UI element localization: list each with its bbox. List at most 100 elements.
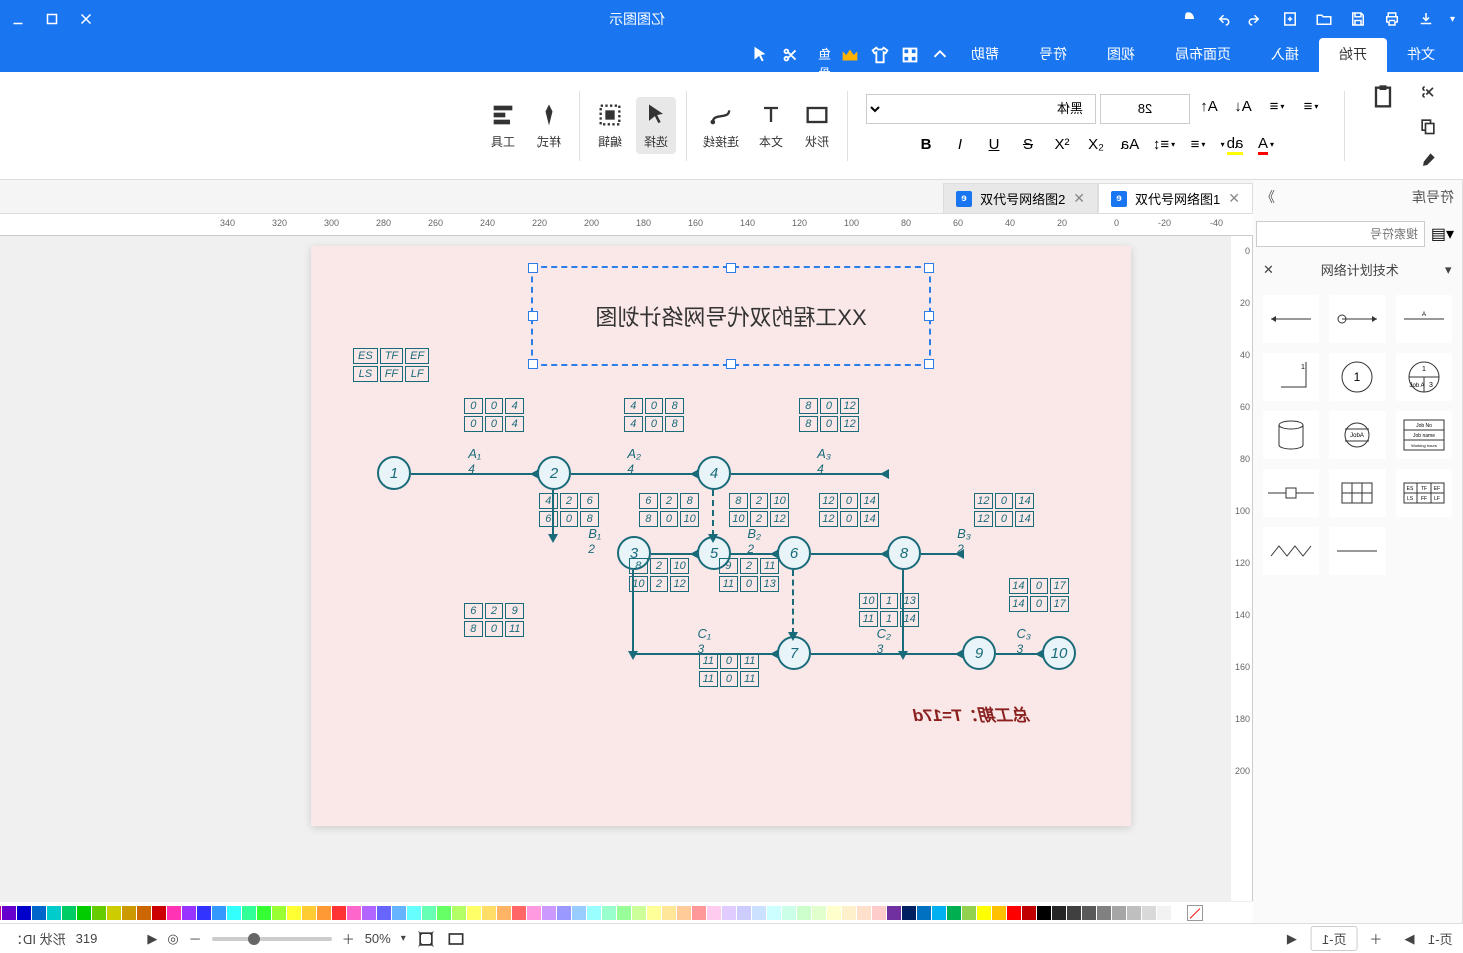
color-swatch[interactable]	[77, 906, 91, 920]
color-swatch[interactable]	[242, 906, 256, 920]
color-swatch[interactable]	[392, 906, 406, 920]
time-table[interactable]: 1401714017	[1007, 576, 1071, 614]
color-swatch[interactable]	[1097, 906, 1111, 920]
library-icon[interactable]: ▤▾	[1431, 224, 1454, 244]
color-swatch[interactable]	[257, 906, 271, 920]
bold-icon[interactable]: B	[911, 132, 941, 158]
color-swatch[interactable]	[227, 906, 241, 920]
resize-handle[interactable]	[924, 311, 934, 321]
doc-tab-2[interactable]: e双代号网络图2✕	[943, 183, 1098, 213]
redo-icon[interactable]	[1246, 9, 1266, 29]
style-button[interactable]: 样式	[529, 97, 569, 154]
color-swatch[interactable]	[542, 906, 556, 920]
symbol-arrow-labeled[interactable]: A	[1396, 295, 1452, 343]
color-swatch[interactable]	[827, 906, 841, 920]
menu-start[interactable]: 开始	[1319, 38, 1387, 72]
menu-help[interactable]: 帮助	[951, 38, 1019, 72]
color-swatch[interactable]	[497, 906, 511, 920]
time-table[interactable]: 1101111011	[697, 651, 761, 689]
symbol-category[interactable]: ▾网络计划技术✕	[1253, 254, 1462, 285]
connector-button[interactable]: 连接线	[697, 97, 745, 154]
time-table[interactable]: 80128012	[797, 396, 861, 434]
symbol-node-circle[interactable]: 1	[1329, 353, 1385, 401]
color-swatch[interactable]	[902, 906, 916, 920]
color-swatch[interactable]	[1037, 906, 1051, 920]
color-swatch[interactable]	[452, 906, 466, 920]
color-swatch[interactable]	[347, 906, 361, 920]
symbol-node-bars[interactable]: JobA	[1329, 411, 1385, 459]
color-swatch[interactable]	[977, 906, 991, 920]
color-swatch[interactable]	[572, 906, 586, 920]
case-icon[interactable]: Aa	[1115, 132, 1145, 158]
symbol-barrel[interactable]	[1263, 411, 1319, 459]
font-color-icon[interactable]: A	[1251, 132, 1281, 158]
font-grow-icon[interactable]: A↑	[1194, 94, 1224, 120]
color-swatch[interactable]	[182, 906, 196, 920]
color-swatch[interactable]	[557, 906, 571, 920]
symbol-zigzag[interactable]	[1263, 527, 1319, 575]
color-swatch[interactable]	[92, 906, 106, 920]
color-swatch[interactable]	[1022, 906, 1036, 920]
color-swatch[interactable]	[212, 906, 226, 920]
color-swatch[interactable]	[107, 906, 121, 920]
fullscreen-icon[interactable]	[446, 929, 466, 949]
canvas[interactable]: XX工程的双代号网络计划图 ESTFEF LSFFLF	[0, 236, 1231, 901]
zoom-out-icon[interactable]: －	[189, 929, 202, 948]
color-swatch[interactable]	[1052, 906, 1066, 920]
color-swatch[interactable]	[887, 906, 901, 920]
color-swatch[interactable]	[137, 906, 151, 920]
color-swatch[interactable]	[857, 906, 871, 920]
resize-handle[interactable]	[726, 263, 736, 273]
network-node[interactable]: 6	[777, 536, 811, 570]
text-button[interactable]: 文本	[751, 97, 791, 154]
color-swatch[interactable]	[947, 906, 961, 920]
color-swatch[interactable]	[812, 906, 826, 920]
symbol-node-split[interactable]: 1Job A3	[1396, 353, 1452, 401]
superscript-icon[interactable]: X²	[1047, 132, 1077, 158]
tool-button[interactable]: 工具	[483, 97, 523, 154]
undo-icon[interactable]	[1212, 9, 1232, 29]
target-icon[interactable]: ◎	[167, 931, 178, 947]
color-swatch[interactable]	[317, 906, 331, 920]
page-next-icon[interactable]: ▶	[1287, 931, 1297, 947]
color-swatch[interactable]	[482, 906, 496, 920]
symbol-grid-box[interactable]	[1329, 469, 1385, 517]
color-swatch[interactable]	[707, 906, 721, 920]
panel-collapse-icon[interactable]: 《	[1261, 187, 1275, 207]
resize-handle[interactable]	[726, 359, 736, 369]
new-icon[interactable]	[1280, 9, 1300, 29]
network-node[interactable]: 4	[697, 456, 731, 490]
time-table[interactable]: 426608	[537, 491, 601, 529]
time-table[interactable]: 821010212	[727, 491, 791, 529]
color-swatch[interactable]	[962, 906, 976, 920]
font-size-input[interactable]	[1100, 94, 1190, 124]
color-swatch[interactable]	[872, 906, 886, 920]
grid-icon[interactable]	[899, 44, 921, 66]
color-swatch[interactable]	[167, 906, 181, 920]
color-swatch[interactable]	[992, 906, 1006, 920]
add-page-icon[interactable]: ＋	[1361, 927, 1390, 950]
time-table[interactable]: 6298011	[462, 601, 526, 639]
color-swatch[interactable]	[422, 906, 436, 920]
color-swatch[interactable]	[302, 906, 316, 920]
brush-icon[interactable]	[1413, 147, 1443, 173]
no-color-swatch[interactable]	[1187, 905, 1203, 921]
font-shrink-icon[interactable]: A↓	[1228, 94, 1258, 120]
symbol-line-box[interactable]	[1263, 469, 1319, 517]
symbol-legend-box[interactable]: ESTFEFLSFFLF	[1396, 469, 1452, 517]
color-swatch[interactable]	[362, 906, 376, 920]
save-icon[interactable]	[1348, 9, 1368, 29]
close-icon[interactable]	[76, 9, 96, 29]
zoom-slider[interactable]	[212, 937, 332, 941]
symbol-search-input[interactable]	[1256, 221, 1425, 247]
time-table[interactable]: 004004	[462, 396, 526, 434]
color-swatch[interactable]	[617, 906, 631, 920]
color-swatch[interactable]	[287, 906, 301, 920]
time-table[interactable]: 408408	[622, 396, 686, 434]
color-swatch[interactable]	[407, 906, 421, 920]
color-swatch[interactable]	[1172, 906, 1186, 920]
export-icon[interactable]	[1416, 9, 1436, 29]
time-table[interactable]: 1201412014	[972, 491, 1036, 529]
underline-icon[interactable]: U	[979, 132, 1009, 158]
color-swatch[interactable]	[47, 906, 61, 920]
